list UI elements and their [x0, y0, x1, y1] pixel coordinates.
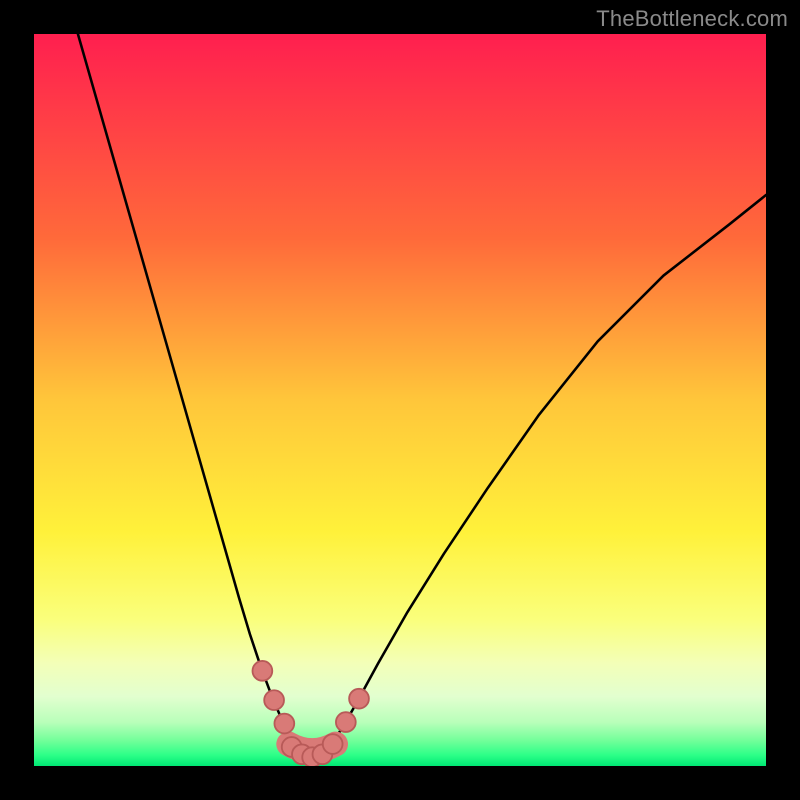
- marker-cluster-right-2: [349, 689, 369, 709]
- plot-area: [34, 34, 766, 766]
- marker-cluster-right-1: [336, 712, 356, 732]
- marker-trough-5: [323, 734, 343, 754]
- marker-cluster-left-3: [274, 714, 294, 734]
- curve-left-branch: [78, 34, 312, 759]
- marker-cluster-left-2: [264, 690, 284, 710]
- marker-cluster-left-1: [253, 661, 273, 681]
- watermark-text: TheBottleneck.com: [596, 6, 788, 32]
- curve-layer: [34, 34, 766, 766]
- outer-frame: TheBottleneck.com: [0, 0, 800, 800]
- curve-right-branch: [312, 195, 766, 759]
